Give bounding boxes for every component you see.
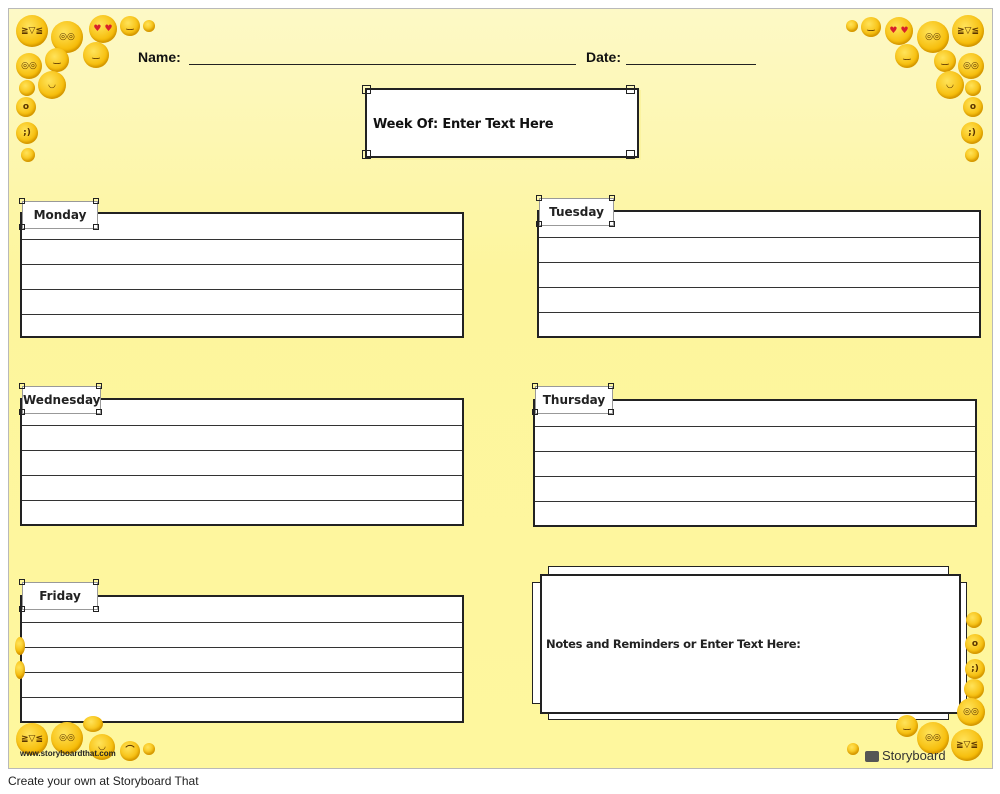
laughing-emoji-icon: ≧▽≦ xyxy=(952,15,984,47)
nerd-emoji-icon: ◎◎ xyxy=(16,53,42,79)
resize-handle[interactable] xyxy=(609,195,615,201)
thursday-tab[interactable]: Thursday xyxy=(535,386,613,414)
surprised-emoji-icon: o xyxy=(16,97,36,117)
resize-handle[interactable] xyxy=(19,606,25,612)
resize-handle[interactable] xyxy=(536,221,542,227)
date-label: Date: xyxy=(586,49,622,65)
smile-emoji-icon: ‿ xyxy=(861,17,881,37)
surprised-emoji-icon: o xyxy=(963,97,983,117)
name-field[interactable] xyxy=(189,64,576,65)
resize-handle[interactable] xyxy=(608,383,614,389)
laughing-emoji-icon xyxy=(21,148,35,162)
tuesday-tab[interactable]: Tuesday xyxy=(539,198,614,226)
resize-handle[interactable] xyxy=(532,409,538,415)
nerd-emoji-icon: ◎◎ xyxy=(957,698,985,726)
heart-eyes-emoji-icon: ♥ ♥ xyxy=(885,17,913,45)
resize-handle[interactable] xyxy=(19,224,25,230)
smile-emoji-icon xyxy=(15,661,25,679)
wink-emoji-icon: ;) xyxy=(965,659,985,679)
laughing-emoji-icon xyxy=(965,148,979,162)
notes-box[interactable]: Notes and Reminders or Enter Text Here: xyxy=(540,574,961,714)
wink-emoji-icon: ;) xyxy=(961,122,983,144)
smile-emoji-icon xyxy=(847,743,859,755)
resize-handle[interactable] xyxy=(608,409,614,415)
date-field[interactable] xyxy=(626,64,756,65)
resize-handle[interactable] xyxy=(19,579,25,585)
name-label: Name: xyxy=(138,49,181,65)
smile-emoji-icon: ‿ xyxy=(45,48,69,72)
tuesday-box[interactable] xyxy=(537,210,981,338)
laughing-emoji-icon: ≧▽≦ xyxy=(951,729,983,761)
smile-emoji-icon: ◡ xyxy=(38,71,66,99)
resize-handle[interactable] xyxy=(532,383,538,389)
smile-emoji-icon: ‿ xyxy=(896,715,918,737)
surprised-emoji-icon xyxy=(965,80,981,96)
resize-handle[interactable] xyxy=(609,221,615,227)
notes-text[interactable]: Notes and Reminders or Enter Text Here: xyxy=(546,637,801,651)
surprised-emoji-icon: o xyxy=(965,634,985,654)
smile-emoji-icon xyxy=(143,20,155,32)
resize-handle[interactable] xyxy=(626,150,635,159)
wednesday-box[interactable] xyxy=(20,398,464,526)
friday-tab[interactable]: Friday xyxy=(22,582,98,610)
smile-emoji-icon: ‿ xyxy=(934,50,956,72)
resize-handle[interactable] xyxy=(93,198,99,204)
resize-handle[interactable] xyxy=(626,85,635,94)
monday-tab[interactable]: Monday xyxy=(22,201,98,229)
smile-emoji-icon xyxy=(846,20,858,32)
smile-emoji-icon: ‿ xyxy=(895,44,919,68)
wink-emoji-icon: ;) xyxy=(16,122,38,144)
nerd-emoji-icon: ◎◎ xyxy=(958,53,984,79)
friday-box[interactable] xyxy=(20,595,464,723)
resize-handle[interactable] xyxy=(362,150,371,159)
smile-emoji-icon: ‿ xyxy=(83,42,109,68)
footer-credit[interactable]: Create your own at Storyboard That xyxy=(8,774,199,788)
resize-handle[interactable] xyxy=(96,409,102,415)
surprised-emoji-icon xyxy=(19,80,35,96)
nerd-emoji-icon: ◎◎ xyxy=(917,21,949,53)
resize-handle[interactable] xyxy=(19,198,25,204)
wednesday-tab[interactable]: Wednesday xyxy=(22,386,101,414)
watermark-url: www.storyboardthat.com xyxy=(20,749,116,758)
resize-handle[interactable] xyxy=(19,383,25,389)
monday-box[interactable] xyxy=(20,212,464,338)
week-of-text[interactable]: Week Of: Enter Text Here xyxy=(373,117,554,132)
smile-emoji-icon xyxy=(143,743,155,755)
worksheet: Name: Date: Week Of: Enter Text Here Mon… xyxy=(8,8,993,769)
resize-handle[interactable] xyxy=(536,195,542,201)
resize-handle[interactable] xyxy=(93,224,99,230)
resize-handle[interactable] xyxy=(362,85,371,94)
resize-handle[interactable] xyxy=(93,606,99,612)
laughing-emoji-icon xyxy=(964,679,984,699)
resize-handle[interactable] xyxy=(96,383,102,389)
smile-emoji-icon: ◡ xyxy=(936,71,964,99)
smile-emoji-icon xyxy=(966,612,982,628)
laughing-emoji-icon: ≧▽≦ xyxy=(16,15,48,47)
smile-emoji-icon: ⌒ xyxy=(120,741,140,761)
smile-emoji-icon: ‿ xyxy=(120,16,140,36)
week-of-box[interactable]: Week Of: Enter Text Here xyxy=(365,88,639,158)
thursday-box[interactable] xyxy=(533,399,977,527)
resize-handle[interactable] xyxy=(19,409,25,415)
smile-emoji-icon xyxy=(15,637,25,655)
surprised-emoji-icon xyxy=(83,716,103,732)
speech-bubble-icon xyxy=(865,751,879,762)
resize-handle[interactable] xyxy=(93,579,99,585)
heart-eyes-emoji-icon: ♥ ♥ xyxy=(89,15,117,43)
